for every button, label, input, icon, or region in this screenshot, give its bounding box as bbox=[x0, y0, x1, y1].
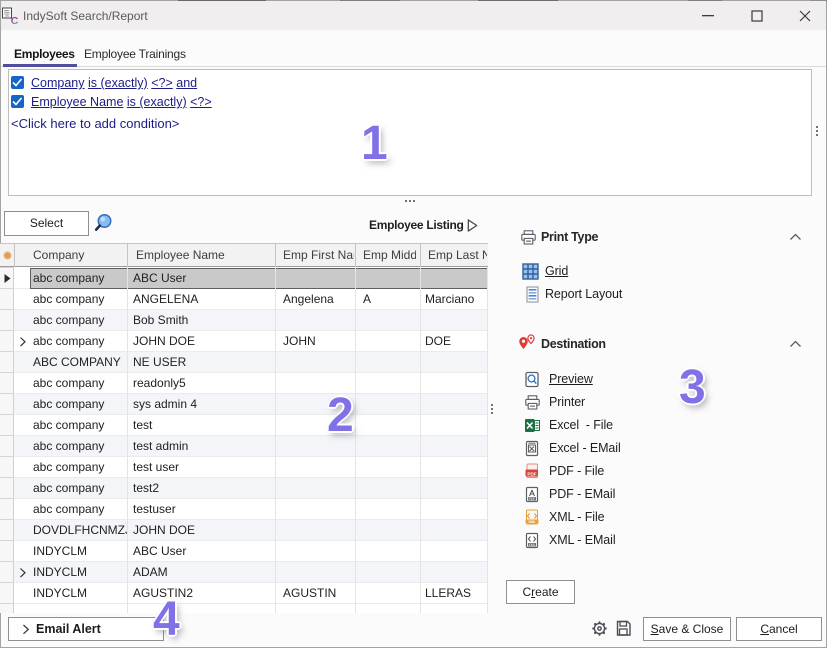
svg-text:XML: XML bbox=[528, 520, 535, 524]
svg-text:PDF: PDF bbox=[527, 471, 536, 476]
svg-text:XML: XML bbox=[529, 543, 536, 547]
svg-text:C: C bbox=[11, 15, 19, 27]
svg-text:PDF: PDF bbox=[529, 497, 536, 501]
